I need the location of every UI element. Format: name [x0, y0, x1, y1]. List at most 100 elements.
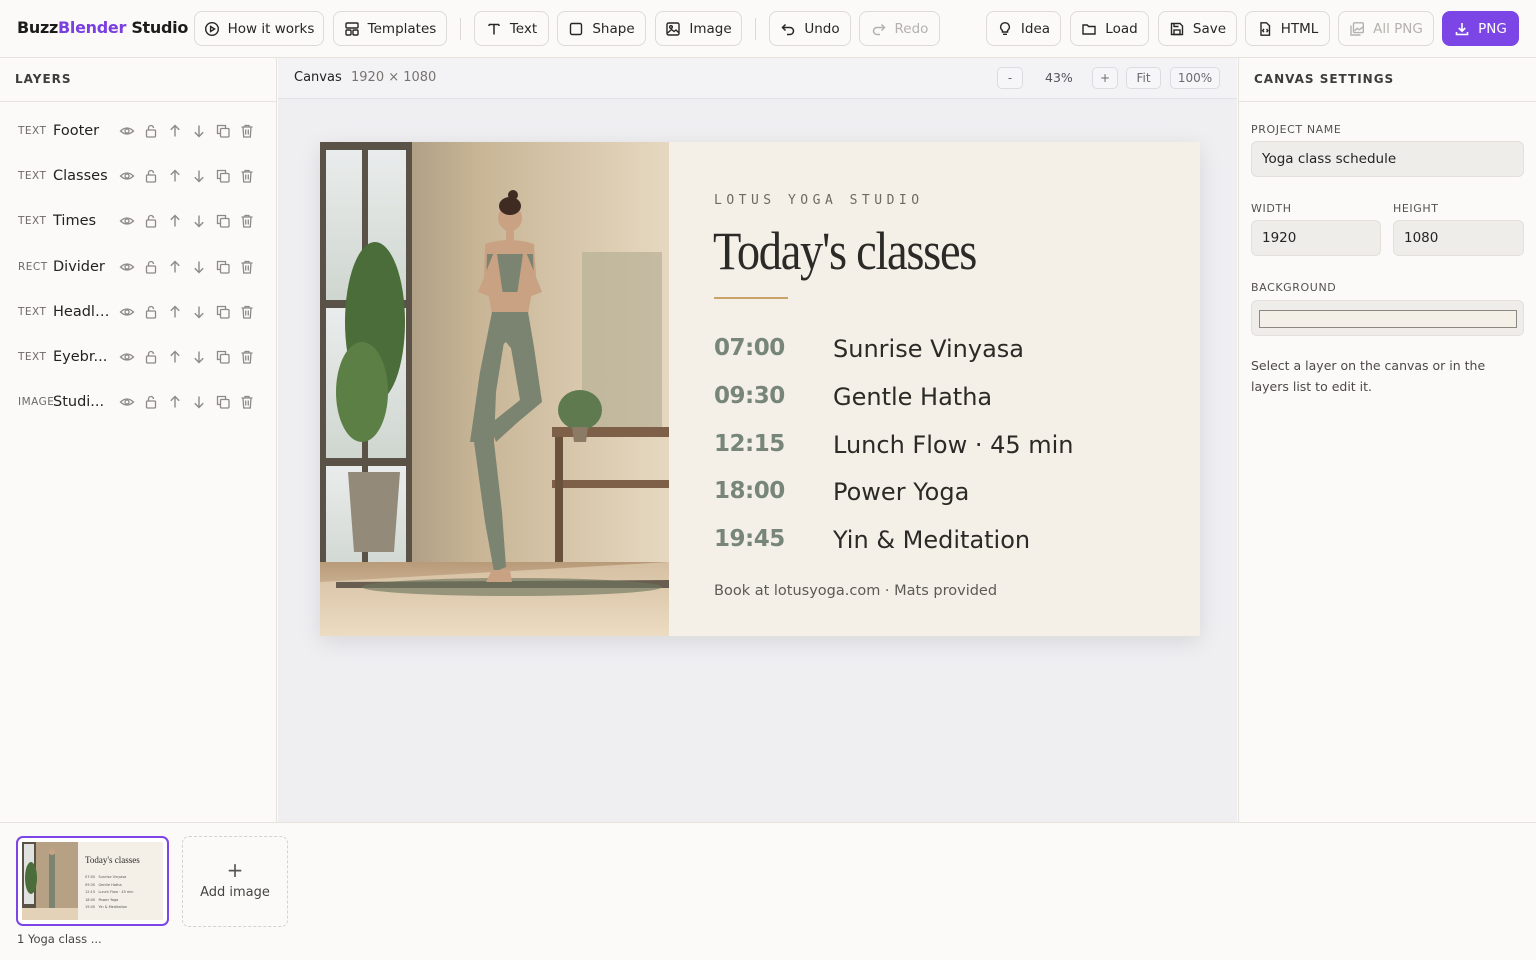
- trash-icon[interactable]: [239, 394, 255, 410]
- layer-type: TEXT: [18, 215, 47, 228]
- arrow-up-icon[interactable]: [167, 304, 183, 320]
- redo-button[interactable]: Redo: [859, 11, 940, 46]
- arrow-down-icon[interactable]: [191, 259, 207, 275]
- width-input[interactable]: [1251, 220, 1381, 256]
- eye-icon[interactable]: [119, 304, 135, 320]
- load-button[interactable]: Load: [1070, 11, 1149, 46]
- layer-row[interactable]: TEXT Classes: [0, 159, 276, 193]
- arrow-down-icon[interactable]: [191, 394, 207, 410]
- height-input[interactable]: [1393, 220, 1524, 256]
- arrow-down-icon[interactable]: [191, 349, 207, 365]
- lock-icon[interactable]: [143, 123, 159, 139]
- lock-icon[interactable]: [143, 394, 159, 410]
- layer-type: IMAGE: [18, 396, 55, 409]
- project-name-label: PROJECT NAME: [1251, 123, 1342, 136]
- zoom-in-button[interactable]: +: [1092, 67, 1118, 89]
- duplicate-icon[interactable]: [215, 394, 231, 410]
- canvas-settings-panel: CANVAS SETTINGS PROJECT NAME WIDTH HEIGH…: [1238, 58, 1536, 822]
- thumbnail-class-name: Lunch Flow · 45 min: [98, 890, 134, 894]
- headline-text[interactable]: Today's classes: [713, 220, 977, 282]
- folder-open-icon: [1082, 23, 1096, 35]
- zoom-out-button[interactable]: -: [997, 67, 1023, 89]
- add-text-button[interactable]: Text: [474, 11, 549, 46]
- divider-rect[interactable]: [714, 297, 788, 299]
- trash-icon[interactable]: [239, 349, 255, 365]
- canvas-header: Canvas 1920 × 1080 - 43% + Fit 100%: [278, 58, 1237, 99]
- design-artboard[interactable]: LOTUS YOGA STUDIO Today's classes 07:00 S…: [320, 142, 1200, 636]
- eyebrow-text[interactable]: LOTUS YOGA STUDIO: [714, 193, 924, 208]
- add-image-button[interactable]: Image: [655, 11, 742, 46]
- arrow-down-icon[interactable]: [191, 123, 207, 139]
- idea-button[interactable]: Idea: [986, 11, 1061, 46]
- trash-icon[interactable]: [239, 259, 255, 275]
- export-all-png-button[interactable]: All PNG: [1338, 11, 1434, 46]
- page-thumbnail[interactable]: Today's classes 07:00 Sunrise Vinyasa 09:…: [16, 836, 169, 926]
- eye-icon[interactable]: [119, 168, 135, 184]
- layer-row[interactable]: TEXT Times: [0, 204, 276, 238]
- export-png-button[interactable]: PNG: [1442, 11, 1519, 46]
- eye-icon[interactable]: [119, 123, 135, 139]
- how-it-works-label: How it works: [227, 20, 315, 37]
- eye-icon[interactable]: [119, 213, 135, 229]
- arrow-up-icon[interactable]: [167, 168, 183, 184]
- lock-icon[interactable]: [143, 168, 159, 184]
- duplicate-icon[interactable]: [215, 259, 231, 275]
- duplicate-icon[interactable]: [215, 123, 231, 139]
- export-html-label: HTML: [1280, 20, 1319, 37]
- lock-icon[interactable]: [143, 349, 159, 365]
- how-it-works-button[interactable]: How it works: [194, 11, 324, 46]
- layer-row[interactable]: IMAGE Studi...: [0, 385, 276, 419]
- footer-text[interactable]: Book at lotusyoga.com · Mats provided: [714, 583, 997, 599]
- zoom-fit-button[interactable]: Fit: [1126, 67, 1161, 89]
- thumbnail-class-name: Gentle Hatha: [98, 882, 122, 887]
- arrow-down-icon[interactable]: [191, 304, 207, 320]
- duplicate-icon[interactable]: [215, 349, 231, 365]
- trash-icon[interactable]: [239, 123, 255, 139]
- eye-icon[interactable]: [119, 259, 135, 275]
- download-icon: [1455, 22, 1469, 35]
- trash-icon[interactable]: [239, 213, 255, 229]
- lock-icon[interactable]: [143, 259, 159, 275]
- duplicate-icon[interactable]: [215, 168, 231, 184]
- layer-row[interactable]: RECT Divider: [0, 250, 276, 284]
- arrow-up-icon[interactable]: [167, 259, 183, 275]
- duplicate-icon[interactable]: [215, 213, 231, 229]
- layers-panel-title: LAYERS: [0, 58, 276, 102]
- app-logo: BuzzBlender Studio: [17, 18, 188, 37]
- layer-type: TEXT: [18, 125, 47, 137]
- lock-icon[interactable]: [143, 304, 159, 320]
- layer-row[interactable]: TEXT Eyebr...: [0, 340, 276, 374]
- background-color-swatch[interactable]: [1259, 310, 1517, 328]
- logo-part-studio: Studio: [126, 18, 189, 37]
- layer-row[interactable]: TEXT Footer: [0, 114, 276, 148]
- arrow-up-icon[interactable]: [167, 123, 183, 139]
- templates-button[interactable]: Templates: [333, 11, 447, 46]
- trash-icon[interactable]: [239, 168, 255, 184]
- layer-type: RECT: [18, 260, 48, 273]
- add-image-page-button[interactable]: + Add image: [182, 836, 288, 927]
- arrow-up-icon[interactable]: [167, 394, 183, 410]
- zoom-actual-button[interactable]: 100%: [1170, 67, 1220, 89]
- undo-button[interactable]: Undo: [769, 11, 851, 46]
- arrow-down-icon[interactable]: [191, 213, 207, 229]
- arrow-up-icon[interactable]: [167, 349, 183, 365]
- add-shape-button[interactable]: Shape: [557, 11, 646, 46]
- toolbar-divider: [755, 18, 756, 40]
- lock-icon[interactable]: [143, 213, 159, 229]
- export-html-button[interactable]: HTML: [1245, 11, 1330, 46]
- eye-icon[interactable]: [119, 394, 135, 410]
- layer-row[interactable]: TEXT Headli...: [0, 295, 276, 329]
- arrow-down-icon[interactable]: [191, 168, 207, 184]
- class-name: Power Yoga: [833, 478, 970, 507]
- arrow-up-icon[interactable]: [167, 213, 183, 229]
- studio-photo-image[interactable]: [320, 142, 669, 636]
- eye-icon[interactable]: [119, 349, 135, 365]
- project-name-input[interactable]: [1251, 141, 1524, 177]
- background-color-picker[interactable]: [1251, 300, 1524, 336]
- save-button[interactable]: Save: [1158, 11, 1237, 46]
- toolbar-divider: [460, 18, 461, 40]
- plus-icon: +: [226, 858, 244, 882]
- duplicate-icon[interactable]: [215, 304, 231, 320]
- class-time: 07:00: [714, 335, 785, 361]
- trash-icon[interactable]: [239, 304, 255, 320]
